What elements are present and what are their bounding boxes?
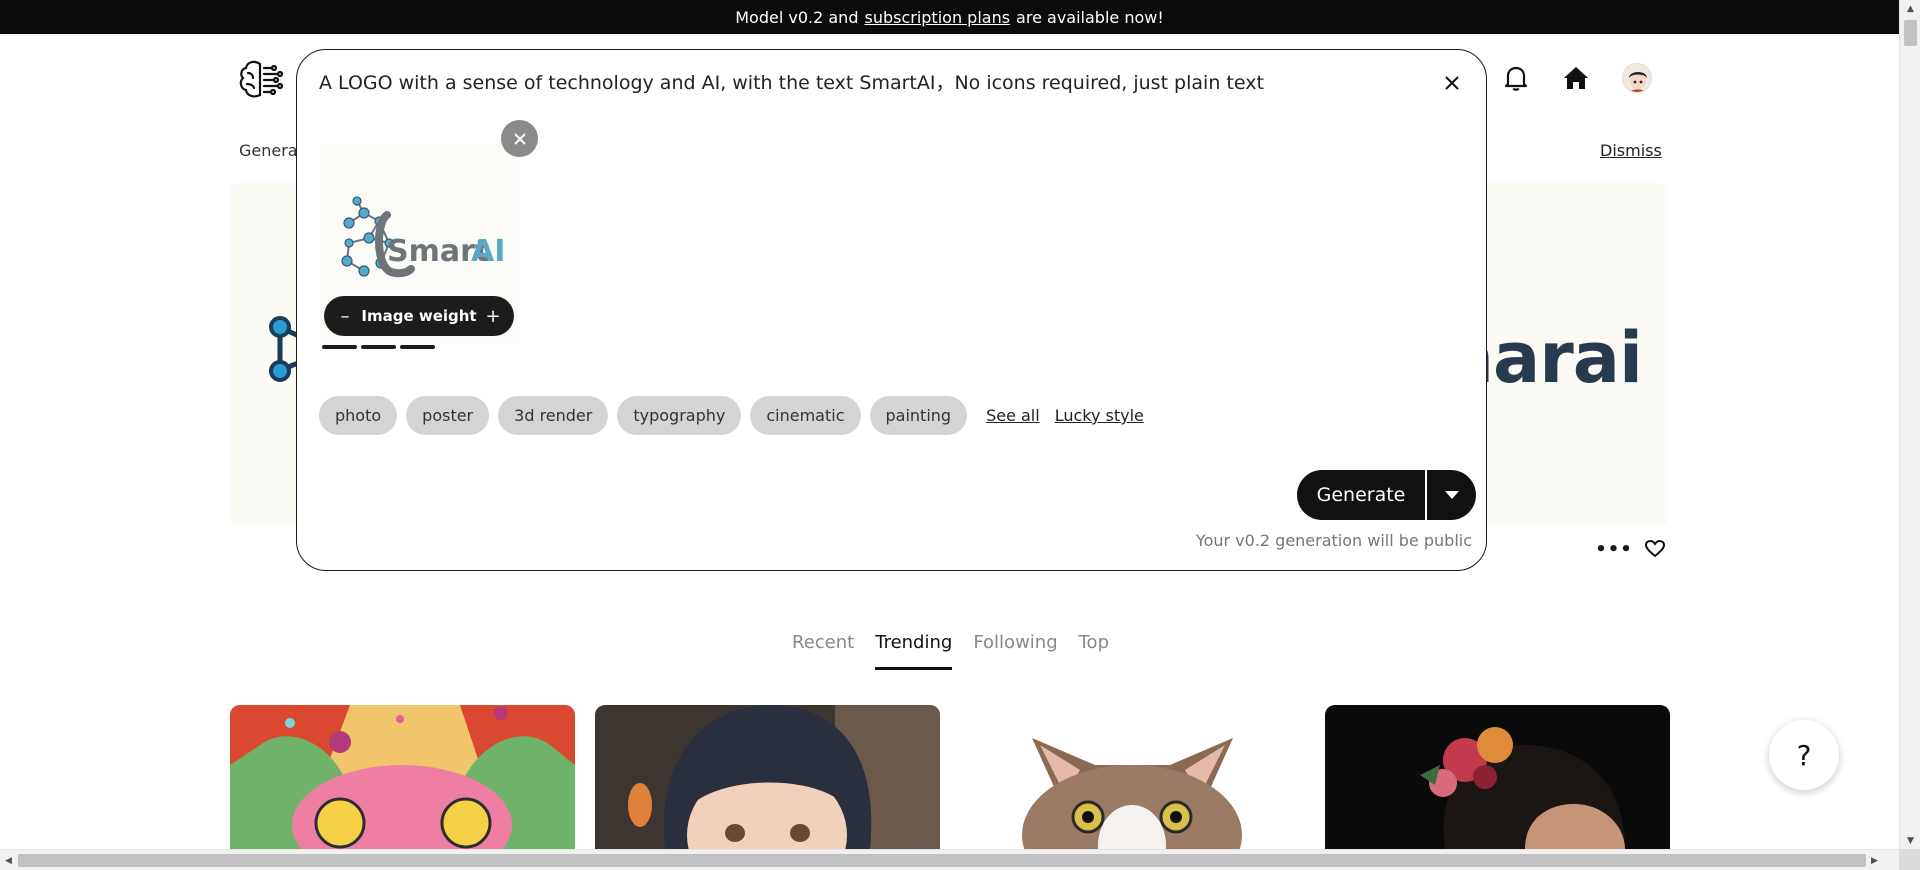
help-button[interactable]: ?	[1769, 720, 1839, 790]
scroll-down-arrow-icon[interactable]: ▼	[1900, 832, 1920, 849]
image-weight-label: Image weight	[361, 307, 477, 325]
brain-icon[interactable]	[238, 58, 284, 102]
lucky-style-link[interactable]: Lucky style	[1055, 406, 1144, 425]
scroll-up-arrow-icon[interactable]: ▲	[1900, 0, 1920, 17]
subscription-plans-link[interactable]: subscription plans	[864, 8, 1010, 27]
scroll-left-arrow-icon[interactable]: ◀	[0, 850, 17, 870]
tab-top[interactable]: Top	[1079, 632, 1109, 670]
prompt-input[interactable]: A LOGO with a sense of technology and AI…	[319, 68, 1264, 95]
increase-weight-button[interactable]: +	[485, 306, 501, 327]
heart-icon[interactable]	[1642, 537, 1668, 561]
gallery-card[interactable]	[595, 705, 940, 849]
close-icon[interactable]	[1437, 68, 1467, 98]
generate-button[interactable]: Generate	[1297, 470, 1425, 520]
style-chip-photo[interactable]: photo	[319, 396, 398, 435]
dismiss-link[interactable]: Dismiss	[1600, 141, 1662, 160]
weight-level-indicator	[322, 345, 435, 349]
feed-tabs: Recent Trending Following Top	[792, 632, 1109, 670]
generate-group: Generate	[1297, 470, 1476, 520]
tab-following[interactable]: Following	[973, 632, 1057, 670]
chevron-down-icon	[1444, 491, 1459, 499]
style-chips: photo poster 3d render typography cinema…	[319, 396, 1144, 435]
image-weight-control: – Image weight +	[324, 296, 514, 336]
gallery-card[interactable]	[960, 705, 1305, 849]
style-chip-poster[interactable]: poster	[406, 396, 490, 435]
bell-icon[interactable]	[1500, 62, 1532, 94]
tab-recent[interactable]: Recent	[792, 632, 854, 670]
remove-image-icon[interactable]	[501, 120, 538, 157]
user-avatar[interactable]	[1622, 63, 1652, 93]
generate-options-dropdown[interactable]	[1425, 470, 1476, 520]
scroll-right-arrow-icon[interactable]: ▶	[1866, 850, 1883, 870]
gallery-card[interactable]	[230, 705, 575, 849]
prompt-modal: A LOGO with a sense of technology and AI…	[296, 49, 1487, 571]
announcement-bar: Model v0.2 and subscription plans are av…	[0, 0, 1899, 34]
style-chip-painting[interactable]: painting	[869, 396, 968, 435]
public-generation-note: Your v0.2 generation will be public	[1195, 531, 1472, 550]
decrease-weight-button[interactable]: –	[337, 306, 353, 327]
style-chip-cinematic[interactable]: cinematic	[750, 396, 861, 435]
tab-trending[interactable]: Trending	[875, 632, 953, 670]
announcement-prefix: Model v0.2 and	[735, 7, 859, 27]
vertical-scrollbar[interactable]: ▲ ▼	[1899, 0, 1920, 849]
generate-section-label: Genera	[239, 141, 298, 160]
home-icon[interactable]	[1560, 62, 1592, 94]
weight-level-segment	[400, 345, 435, 349]
more-options-icon[interactable]: •••	[1595, 537, 1632, 561]
gallery-card[interactable]	[1325, 705, 1670, 849]
horizontal-scroll-thumb[interactable]	[18, 854, 1866, 867]
horizontal-scrollbar[interactable]: ◀ ▶	[0, 849, 1899, 870]
svg-text:AI: AI	[471, 234, 505, 269]
style-chip-typography[interactable]: typography	[617, 396, 742, 435]
scrollbar-corner	[1899, 849, 1920, 870]
weight-level-segment	[322, 345, 357, 349]
weight-level-segment	[361, 345, 396, 349]
see-all-link[interactable]: See all	[986, 406, 1040, 425]
vertical-scroll-thumb[interactable]	[1904, 20, 1917, 46]
announcement-suffix: are available now!	[1016, 7, 1164, 27]
style-chip-3d-render[interactable]: 3d render	[498, 396, 609, 435]
